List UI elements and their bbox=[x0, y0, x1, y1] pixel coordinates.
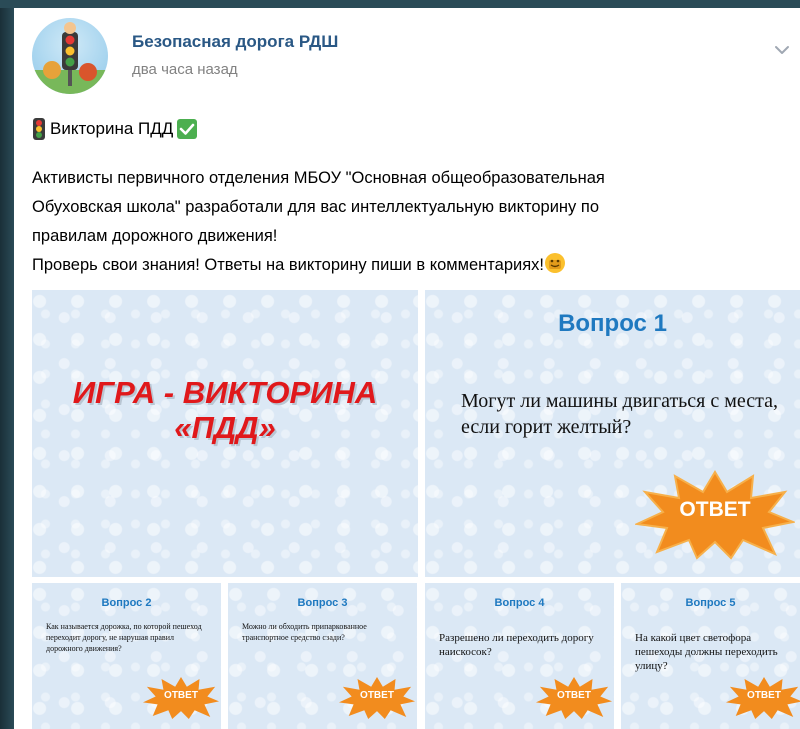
slide-question-2[interactable]: Вопрос 2 Как называется дорожка, по кото… bbox=[32, 583, 221, 729]
author-name[interactable]: Безопасная дорога РДШ bbox=[132, 32, 338, 52]
slide-question-5[interactable]: Вопрос 5 На какой цвет светофора пешеход… bbox=[621, 583, 800, 729]
post-title: Викторина ПДД bbox=[32, 118, 198, 140]
post-text-line: Проверь свои знания! Ответы на викторину… bbox=[32, 256, 544, 274]
question-text: Можно ли обходить припаркованное транспо… bbox=[242, 622, 367, 642]
game-title-line1: ИГРА - ВИКТОРИНА bbox=[72, 375, 378, 410]
answer-burst[interactable]: ОТВЕТ bbox=[142, 676, 220, 720]
answer-burst[interactable]: ОТВЕТ bbox=[338, 676, 416, 720]
traffic-light-mascot-icon bbox=[32, 22, 108, 94]
check-mark-icon bbox=[177, 119, 198, 139]
post-card: Безопасная дорога РДШ два часа назад Вик… bbox=[14, 8, 800, 729]
question-text: Разрешено ли переходить дорогу наискосок… bbox=[439, 632, 594, 658]
question-heading: Вопрос 4 bbox=[494, 597, 545, 609]
slide-game-title[interactable]: ИГРА - ВИКТОРИНА «ПДД» bbox=[32, 290, 418, 577]
question-heading: Вопрос 5 bbox=[685, 597, 736, 609]
post-text-line: Активисты первичного отделения МБОУ "Осн… bbox=[32, 169, 605, 187]
traffic-light-icon bbox=[33, 118, 45, 140]
slide-question-3[interactable]: Вопрос 3 Можно ли обходить припаркованно… bbox=[228, 583, 417, 729]
slide-question-1[interactable]: Вопрос 1 Могут ли машины двигаться с мес… bbox=[425, 290, 800, 577]
post-text-line: правилам дорожного движения! bbox=[32, 227, 278, 245]
answer-label: ОТВЕТ bbox=[360, 690, 394, 701]
smiling-face-icon bbox=[544, 253, 565, 273]
frame-top bbox=[0, 0, 800, 8]
answer-label: ОТВЕТ bbox=[164, 690, 198, 701]
post-title-text: Викторина ПДД bbox=[50, 119, 174, 138]
question-heading: Вопрос 3 bbox=[297, 597, 348, 609]
post-text: Активисты первичного отделения МБОУ "Осн… bbox=[32, 164, 782, 280]
answer-burst[interactable]: ОТВЕТ bbox=[725, 676, 800, 720]
answer-burst[interactable]: ОТВЕТ bbox=[535, 676, 613, 720]
slide-question-4[interactable]: Вопрос 4 Разрешено ли переходить дорогу … bbox=[425, 583, 614, 729]
answer-label: ОТВЕТ bbox=[557, 690, 591, 701]
avatar[interactable] bbox=[32, 18, 108, 94]
post-text-line-last: Проверь свои знания! Ответы на викторину… bbox=[32, 251, 782, 280]
answer-burst[interactable]: ОТВЕТ bbox=[633, 470, 797, 560]
frame-left bbox=[0, 0, 14, 729]
answer-label: ОТВЕТ bbox=[679, 498, 751, 521]
answer-label: ОТВЕТ bbox=[747, 690, 781, 701]
question-text: На какой цвет светофора пешеходы должны … bbox=[635, 632, 778, 672]
question-text: Как называется дорожка, по которой пешех… bbox=[46, 622, 202, 653]
question-heading: Вопрос 2 bbox=[101, 597, 152, 609]
question-text: Могут ли машины двигаться с места, если … bbox=[461, 390, 779, 438]
chevron-down-icon[interactable] bbox=[772, 40, 792, 60]
post-time[interactable]: два часа назад bbox=[132, 61, 238, 78]
post-header: Безопасная дорога РДШ два часа назад bbox=[32, 16, 792, 96]
post-text-line: Обуховская школа" разработали для вас ин… bbox=[32, 198, 599, 216]
game-title-line2: «ПДД» bbox=[174, 410, 276, 445]
question-heading: Вопрос 1 bbox=[558, 310, 667, 337]
